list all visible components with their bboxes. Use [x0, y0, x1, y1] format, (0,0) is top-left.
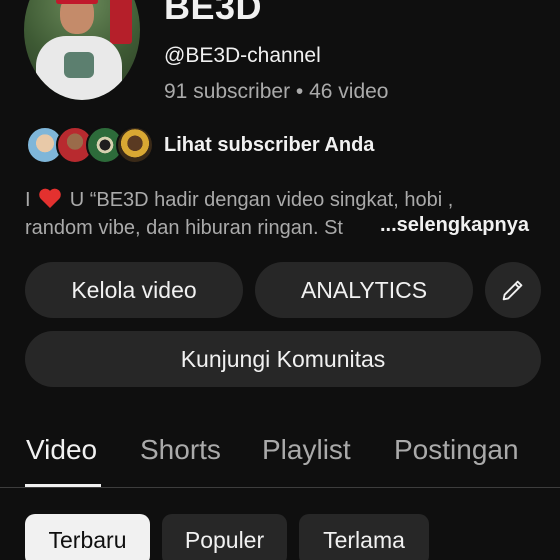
avatar-flag: [110, 0, 132, 44]
filter-chip-newest[interactable]: Terbaru: [25, 514, 150, 560]
heart-icon: [39, 188, 61, 208]
subscriber-avatar: [116, 126, 154, 164]
channel-stats: 91 subscriber • 46 video: [164, 80, 389, 103]
visit-community-button[interactable]: Kunjungi Komunitas: [25, 331, 541, 387]
channel-tabs: Video Shorts Playlist Postingan: [0, 420, 560, 486]
show-more-link[interactable]: ...selengkapnya: [380, 214, 529, 237]
view-subscribers-link[interactable]: Lihat subscriber Anda: [164, 134, 374, 157]
description-text-1: U “BE3D hadir dengan video singkat, hobi…: [69, 189, 454, 211]
description-prefix: I: [25, 189, 31, 211]
avatar-shirt-print: [64, 52, 94, 78]
tab-video[interactable]: Video: [26, 434, 97, 466]
avatar-cap: [56, 0, 98, 4]
channel-name: BE3D: [164, 0, 263, 27]
edit-channel-button[interactable]: [485, 262, 541, 318]
manage-videos-button[interactable]: Kelola video: [25, 262, 243, 318]
pencil-icon: [502, 280, 523, 301]
description-line-2: random vibe, dan hiburan ringan. St: [25, 217, 343, 239]
channel-avatar[interactable]: [24, 0, 140, 100]
filter-chip-oldest[interactable]: Terlama: [299, 514, 429, 560]
tab-playlist[interactable]: Playlist: [262, 434, 351, 466]
tab-posts[interactable]: Postingan: [394, 434, 519, 466]
subscriber-avatars[interactable]: [26, 126, 154, 166]
analytics-button[interactable]: ANALYTICS: [255, 262, 473, 318]
tabs-divider: [0, 487, 560, 488]
tab-shorts[interactable]: Shorts: [140, 434, 221, 466]
channel-handle: @BE3D-channel: [164, 44, 321, 67]
filter-chip-popular[interactable]: Populer: [162, 514, 287, 560]
avatar-head: [60, 0, 94, 34]
description-line-1: I U “BE3D hadir dengan video singkat, ho…: [25, 186, 545, 214]
